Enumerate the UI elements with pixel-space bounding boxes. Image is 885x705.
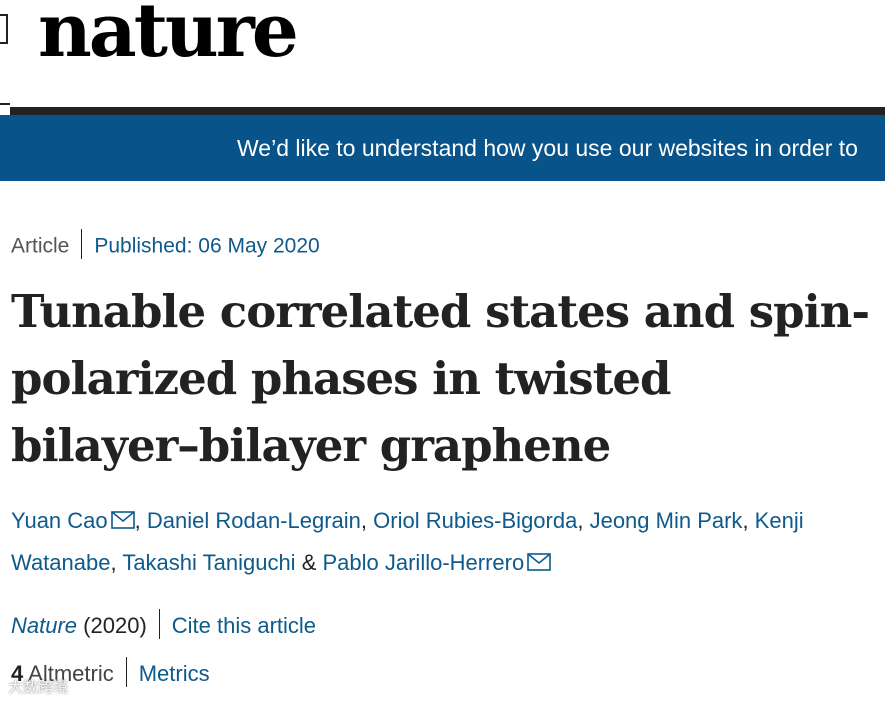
cite-article-button[interactable]: Cite this article [172,613,316,638]
article-title: Tunable correlated states and spin-polar… [11,285,870,472]
article-type: Article [11,234,70,258]
watermark: 大数跨境 [8,679,69,696]
metrics-divider [125,657,127,687]
author-link[interactable]: Oriol Rubies-Bigorda [373,508,577,533]
survey-banner[interactable]: We’d like to understand how you use our … [0,115,885,181]
header-rule [10,107,885,115]
survey-banner-text: We’d like to understand how you use our … [237,135,858,161]
metrics-link[interactable]: Metrics [139,661,210,686]
author-link[interactable]: Jeong Min Park [590,508,743,533]
journal-name[interactable]: Nature [11,613,77,638]
menu-icon[interactable] [0,14,8,44]
journal-divider [158,609,160,639]
mail-icon[interactable] [110,511,135,529]
author-link[interactable]: Pablo Jarillo-Herrero [322,550,524,575]
article-meta: Article Published: 06 May 2020 [11,229,320,262]
journal-row: Nature (2020) Cite this article [11,609,316,642]
author-link[interactable]: Yuan Cao [11,508,108,533]
meta-divider [81,229,83,259]
header-rule-left [0,103,10,105]
author-list: Yuan Cao, Daniel Rodan-Legrain, Oriol Ru… [11,508,804,575]
published-date: 06 May 2020 [198,234,320,258]
nature-logo[interactable]: nature [38,0,299,68]
journal-year: (2020) [83,612,147,638]
published-label: Published: [94,234,193,258]
author-link[interactable]: Takashi Taniguchi [122,550,295,575]
mail-icon[interactable] [527,553,552,571]
author-link[interactable]: Daniel Rodan-Legrain [147,508,361,533]
